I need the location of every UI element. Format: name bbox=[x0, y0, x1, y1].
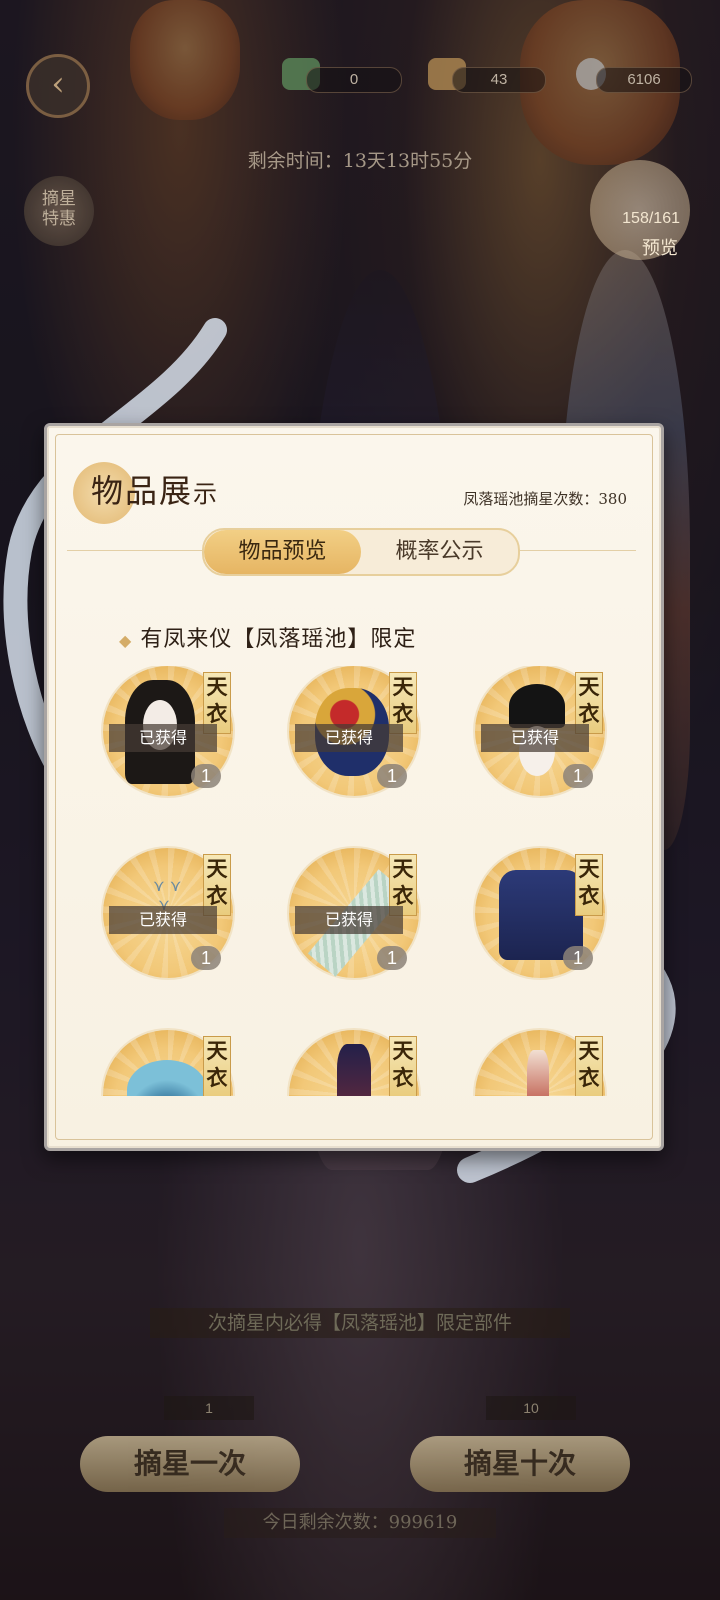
item-shoes[interactable]: 天 衣 bbox=[475, 1030, 605, 1096]
currency-pearl: 6106 bbox=[596, 67, 692, 93]
draw-once-button[interactable]: 摘星一次 bbox=[80, 1436, 300, 1492]
item-quantity: 1 bbox=[563, 764, 593, 788]
currency-gold: 43 bbox=[452, 67, 546, 93]
draw-ten-cost: 10 bbox=[486, 1396, 576, 1420]
headpiece-icon bbox=[509, 684, 565, 728]
item-robe[interactable]: 天 衣 bbox=[289, 1030, 419, 1096]
item-quantity: 1 bbox=[191, 946, 221, 970]
tab-bar: 物品预览 概率公示 bbox=[202, 528, 520, 576]
item-headpiece[interactable]: 天 衣 已获得 1 bbox=[475, 666, 605, 796]
rarity-tag: 天 衣 bbox=[575, 854, 603, 916]
diamond-icon: ◆ bbox=[119, 631, 133, 650]
owned-label: 已获得 bbox=[295, 724, 403, 752]
modal-title-small: 示 bbox=[193, 480, 220, 508]
draw-once-cost: 1 bbox=[164, 1396, 254, 1420]
item-display-modal: 物品展示 凤落瑶池摘星次数：380 物品预览 概率公示 ◆ 有凤来仪【凤落瑶池】限… bbox=[44, 423, 664, 1151]
currency-book: 0 bbox=[306, 67, 402, 93]
item-quantity: 1 bbox=[377, 764, 407, 788]
guarantee-text: 次摘星内必得【凤落瑶池】限定部件 bbox=[150, 1308, 570, 1338]
item-hair[interactable]: 天 衣 已获得 1 bbox=[103, 666, 233, 796]
item-jewel[interactable]: 天 衣 已获得 1 bbox=[289, 666, 419, 796]
item-birds[interactable]: ⋎ ⋎ ⋎ 天 衣 已获得 1 bbox=[103, 848, 233, 978]
back-arrow-icon: ‹ bbox=[51, 64, 65, 104]
item-grid[interactable]: 天 衣 已获得 1 天 衣 已获得 1 天 衣 已获得 1 ⋎ ⋎ ⋎ 天 衣 … bbox=[97, 666, 617, 1096]
item-quantity: 1 bbox=[191, 764, 221, 788]
modal-title-main: 物品展 bbox=[91, 472, 194, 510]
promo-button[interactable]: 摘星 特惠 bbox=[24, 176, 94, 246]
section-title: ◆ 有凤来仪【凤落瑶池】限定 bbox=[119, 621, 416, 653]
back-button[interactable]: ‹ bbox=[26, 54, 90, 118]
draw-ten-button[interactable]: 摘星十次 bbox=[410, 1436, 630, 1492]
owned-label: 已获得 bbox=[295, 906, 403, 934]
rarity-tag: 天 衣 bbox=[389, 1036, 417, 1096]
rarity-tag: 天 衣 bbox=[203, 1036, 231, 1096]
tab-item-preview[interactable]: 物品预览 bbox=[204, 530, 361, 574]
section-title-text: 有凤来仪【凤落瑶池】限定 bbox=[140, 627, 417, 652]
remaining-draws: 今日剩余次数：999619 bbox=[224, 1508, 496, 1538]
tab-divider-left bbox=[67, 550, 202, 551]
item-quantity: 1 bbox=[563, 946, 593, 970]
item-quantity: 1 bbox=[377, 946, 407, 970]
owned-label: 已获得 bbox=[481, 724, 589, 752]
preview-label[interactable]: 预览 bbox=[642, 234, 678, 260]
tab-probability[interactable]: 概率公示 bbox=[361, 530, 518, 574]
preview-count: 158/161 bbox=[622, 210, 680, 227]
tab-divider-right bbox=[516, 550, 636, 551]
pool-draw-count: 凤落瑶池摘星次数：380 bbox=[463, 490, 627, 508]
modal-title: 物品展示 bbox=[91, 466, 219, 512]
owned-label: 已获得 bbox=[109, 906, 217, 934]
item-fan[interactable]: 天 衣 bbox=[103, 1030, 233, 1096]
rarity-tag: 天 衣 bbox=[575, 1036, 603, 1096]
shoes-icon bbox=[527, 1050, 549, 1096]
item-top[interactable]: 天 衣 1 bbox=[475, 848, 605, 978]
item-scarf[interactable]: 天 衣 已获得 1 bbox=[289, 848, 419, 978]
owned-label: 已获得 bbox=[109, 724, 217, 752]
robe-icon bbox=[337, 1044, 371, 1096]
